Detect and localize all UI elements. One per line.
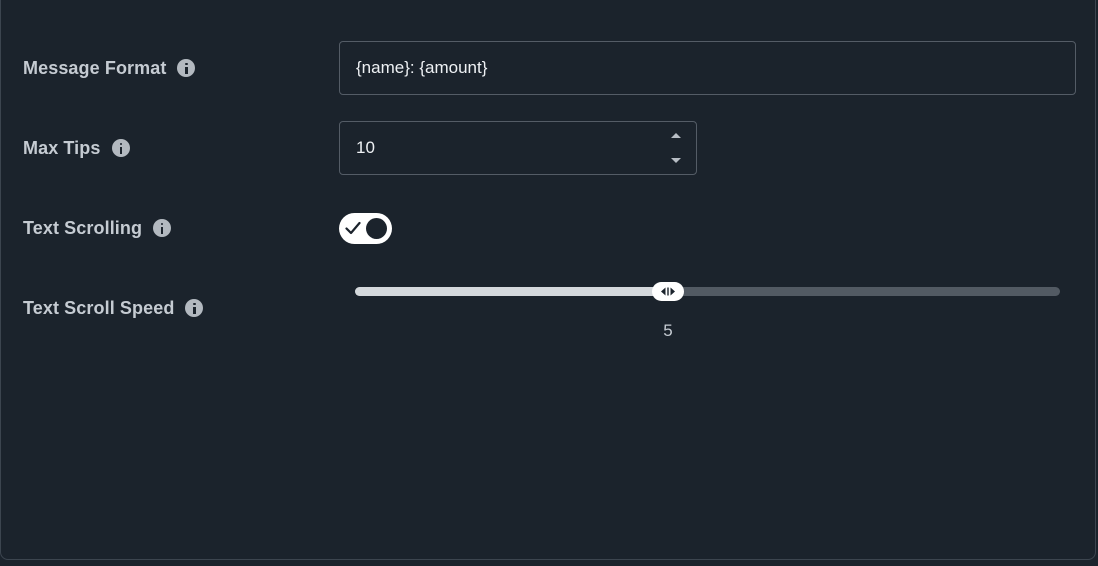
message-format-label: Message Format — [23, 57, 167, 78]
caret-down-icon[interactable] — [671, 158, 681, 163]
max-tips-number-input[interactable]: 10 — [339, 121, 697, 175]
info-icon[interactable] — [111, 139, 130, 157]
info-icon[interactable] — [177, 59, 196, 77]
message-format-label-group: Message Format — [23, 41, 196, 95]
max-tips-value: 10 — [356, 138, 375, 157]
message-format-input[interactable]: {name}: {amount} — [339, 41, 1076, 95]
text-scroll-speed-label-group: Text Scroll Speed — [23, 281, 204, 335]
max-tips-row: Max Tips 10 — [0, 121, 1098, 175]
message-format-row: Message Format {name}: {amount} — [0, 41, 1098, 95]
text-scrolling-label: Text Scrolling — [23, 217, 143, 238]
message-format-value: {name}: {amount} — [356, 58, 488, 77]
toggle-knob — [366, 218, 387, 239]
left-right-arrows-icon — [661, 287, 675, 296]
caret-up-icon[interactable] — [671, 133, 681, 138]
text-scroll-speed-slider[interactable]: 5 — [355, 282, 1060, 341]
slider-value-label: 5 — [663, 321, 673, 340]
slider-handle[interactable] — [652, 282, 684, 301]
max-tips-label-group: Max Tips — [23, 121, 130, 175]
info-icon[interactable] — [153, 219, 172, 237]
text-scrolling-row: Text Scrolling — [0, 201, 1098, 255]
slider-fill — [355, 287, 668, 296]
slider-track[interactable] — [355, 287, 1060, 296]
max-tips-label: Max Tips — [23, 137, 101, 158]
text-scrolling-label-group: Text Scrolling — [23, 201, 172, 255]
number-spinner[interactable] — [670, 133, 682, 163]
text-scroll-speed-label: Text Scroll Speed — [23, 297, 175, 318]
info-icon[interactable] — [185, 299, 204, 317]
check-icon — [345, 221, 361, 235]
text-scrolling-toggle[interactable] — [339, 213, 392, 244]
